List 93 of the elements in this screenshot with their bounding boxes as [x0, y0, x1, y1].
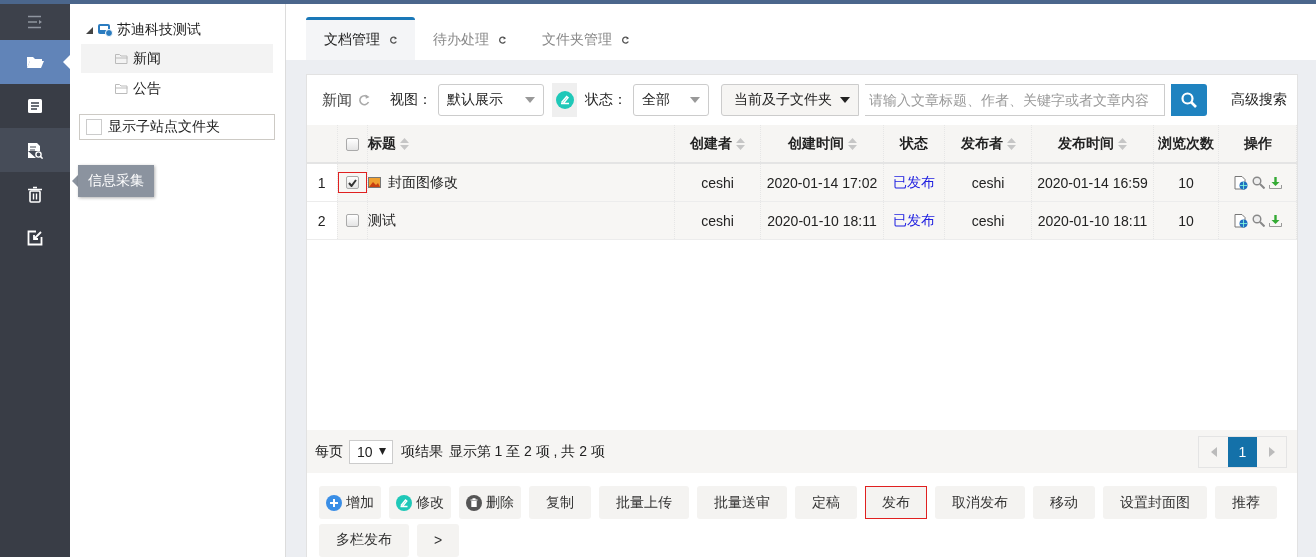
- action-button[interactable]: 批量上传: [599, 486, 689, 519]
- row-number: 2: [317, 212, 326, 229]
- download-icon[interactable]: [1268, 214, 1282, 227]
- row-number: 1: [317, 174, 326, 191]
- scope-select[interactable]: 当前及子文件夹: [721, 84, 860, 116]
- field-label: 视图：: [390, 91, 432, 109]
- dropdown-caret-icon: [525, 97, 536, 103]
- action-button[interactable]: 增加: [319, 486, 381, 519]
- status-text: 已发布: [893, 211, 935, 228]
- folder-icon: [115, 83, 128, 94]
- results-summary: 显示第 1 至 2 项 , 共 2 项: [448, 442, 605, 461]
- refresh-icon[interactable]: [390, 36, 397, 44]
- check-icon: [347, 178, 357, 187]
- document-title[interactable]: 测试: [367, 211, 396, 230]
- table-cell: 2020-01-14 17:02: [766, 174, 878, 191]
- select-all-checkbox[interactable]: [345, 138, 359, 152]
- field-label: 项结果: [400, 442, 443, 461]
- table-cell: ceshi: [701, 174, 734, 191]
- column-header: 操作: [1243, 134, 1272, 153]
- checkbox-label: 显示子站点文件夹: [108, 118, 220, 136]
- action-button[interactable]: 批量送审: [697, 486, 787, 519]
- action-button[interactable]: 移动: [1033, 486, 1095, 519]
- action-button[interactable]: 设置封面图: [1103, 486, 1207, 519]
- tree-item[interactable]: 公告: [81, 74, 273, 103]
- document-search-icon[interactable]: [27, 141, 43, 159]
- table-cell: ceshi: [701, 212, 734, 229]
- tab[interactable]: 待办处理: [415, 17, 524, 60]
- table-cell: ceshi: [971, 174, 1005, 191]
- search-field[interactable]: 请输入文章标题、作者、关键字或者文章内容: [865, 84, 1165, 116]
- tooltip: 信息采集: [78, 165, 154, 197]
- document-title[interactable]: 封面图修改: [387, 173, 458, 192]
- tree-item[interactable]: 新闻: [81, 44, 273, 73]
- table-cell: 2020-01-14 16:59: [1037, 174, 1148, 191]
- action-button[interactable]: 取消发布: [935, 486, 1025, 519]
- action-button[interactable]: 推荐: [1215, 486, 1277, 519]
- search-button[interactable]: [1170, 84, 1207, 116]
- sidebar-item[interactable]: [0, 128, 70, 172]
- field-label: 每页: [315, 442, 343, 461]
- table-cell: 10: [1178, 174, 1194, 191]
- left-arrow-icon: [1210, 446, 1217, 457]
- search-icon: [1180, 92, 1197, 108]
- dropdown-caret-icon: [840, 97, 851, 103]
- action-button[interactable]: 修改: [389, 486, 451, 519]
- dropdown-caret-icon: [378, 448, 386, 455]
- column-header: 浏览次数: [1158, 134, 1214, 153]
- document-icon[interactable]: [27, 98, 43, 114]
- advanced-search-link[interactable]: 高级搜索: [1231, 91, 1287, 109]
- table-cell: ceshi: [971, 212, 1005, 229]
- document-globe-icon[interactable]: [1233, 213, 1248, 228]
- folder-icon[interactable]: [26, 55, 44, 69]
- trash-icon: [466, 494, 482, 511]
- tree-root-label[interactable]: 苏迪科技测试: [117, 21, 201, 39]
- magnifier-icon[interactable]: [1251, 214, 1265, 227]
- edit-icon: [555, 91, 574, 109]
- page-size-select[interactable]: 10: [349, 439, 393, 464]
- dropdown-caret-icon: [690, 97, 701, 103]
- action-button[interactable]: 多栏发布: [319, 523, 409, 557]
- folder-title: 新闻: [322, 90, 352, 110]
- column-header: 状态: [900, 134, 928, 153]
- refresh-icon[interactable]: [622, 36, 629, 44]
- action-button[interactable]: 删除: [459, 486, 521, 519]
- right-arrow-icon: [1268, 446, 1275, 457]
- status-text: 已发布: [893, 173, 935, 190]
- status-select[interactable]: 全部: [632, 84, 710, 116]
- row-checkbox[interactable]: [345, 214, 359, 227]
- view-select[interactable]: 默认展示: [438, 84, 545, 116]
- plus-icon: [326, 494, 342, 511]
- document-globe-icon[interactable]: [1233, 175, 1248, 190]
- action-button[interactable]: 发布: [865, 486, 927, 519]
- image-icon: [367, 177, 381, 189]
- tab[interactable]: 文档管理: [306, 17, 415, 60]
- column-header[interactable]: 标题: [367, 134, 396, 153]
- table-cell: 2020-01-10 18:11: [1037, 212, 1148, 229]
- refresh-icon[interactable]: [499, 36, 506, 44]
- site-icon: [97, 23, 113, 37]
- magnifier-icon[interactable]: [1251, 176, 1265, 189]
- row-checkbox[interactable]: [345, 176, 359, 189]
- download-icon[interactable]: [1268, 176, 1282, 189]
- trash-icon[interactable]: [27, 185, 43, 203]
- edit-icon: [396, 494, 412, 511]
- menu-icon[interactable]: [27, 15, 43, 29]
- page-button[interactable]: 1: [1228, 436, 1257, 467]
- folder-icon: [115, 53, 128, 64]
- action-button[interactable]: >: [417, 523, 460, 557]
- tab[interactable]: 文件夹管理: [524, 17, 647, 60]
- action-button[interactable]: 复制: [529, 486, 591, 519]
- checkbox[interactable]: [86, 119, 102, 135]
- export-icon[interactable]: [27, 230, 43, 246]
- action-button[interactable]: 定稿: [795, 486, 857, 519]
- expanded-caret-icon[interactable]: [86, 26, 93, 34]
- table-cell: 10: [1178, 212, 1194, 229]
- field-label: 状态：: [584, 91, 627, 109]
- table-cell: 2020-01-10 18:11: [767, 212, 877, 229]
